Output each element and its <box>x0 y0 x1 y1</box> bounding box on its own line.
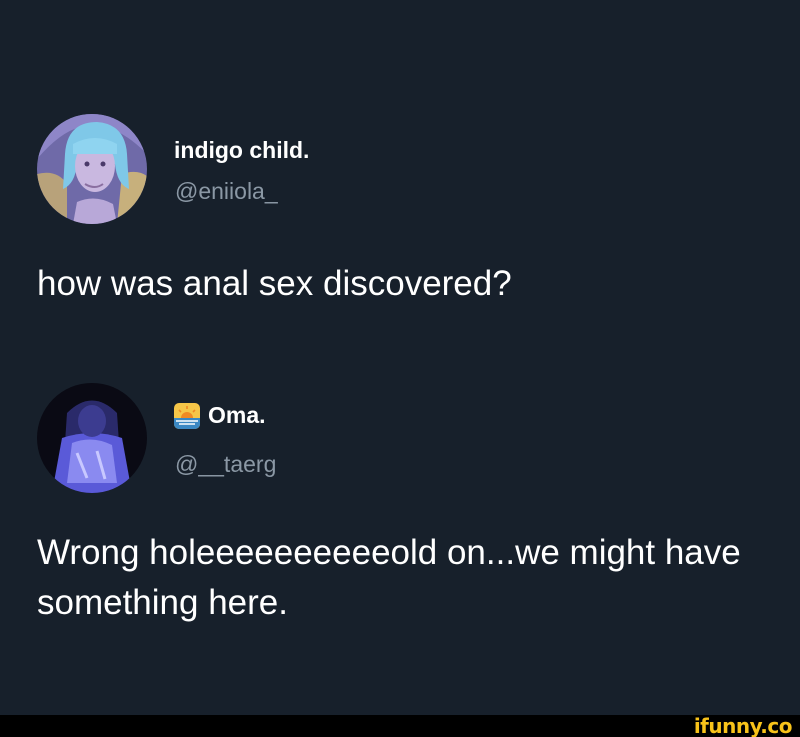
user-handle[interactable]: @eniiola_ <box>175 178 278 205</box>
avatar-oma[interactable] <box>37 383 147 493</box>
user-handle[interactable]: @__taerg <box>175 451 276 478</box>
footer-bar <box>0 715 800 737</box>
ifunny-watermark: ifunny.co <box>693 714 793 737</box>
display-name-text[interactable]: indigo child. <box>174 137 309 164</box>
sunrise-emoji-icon <box>174 402 200 429</box>
illustrated-avatar-icon <box>37 114 147 224</box>
display-name[interactable]: indigo child. <box>174 137 309 164</box>
display-name[interactable]: Oma. <box>174 402 266 429</box>
tweet-text: how was anal sex discovered? <box>37 264 512 303</box>
avatar-indigo-child[interactable] <box>37 114 147 224</box>
display-name-text[interactable]: Oma. <box>208 402 266 429</box>
photo-avatar-icon <box>37 383 147 493</box>
tweet-text: Wrong holeeeeeeeeeeold on...we might hav… <box>37 533 751 622</box>
